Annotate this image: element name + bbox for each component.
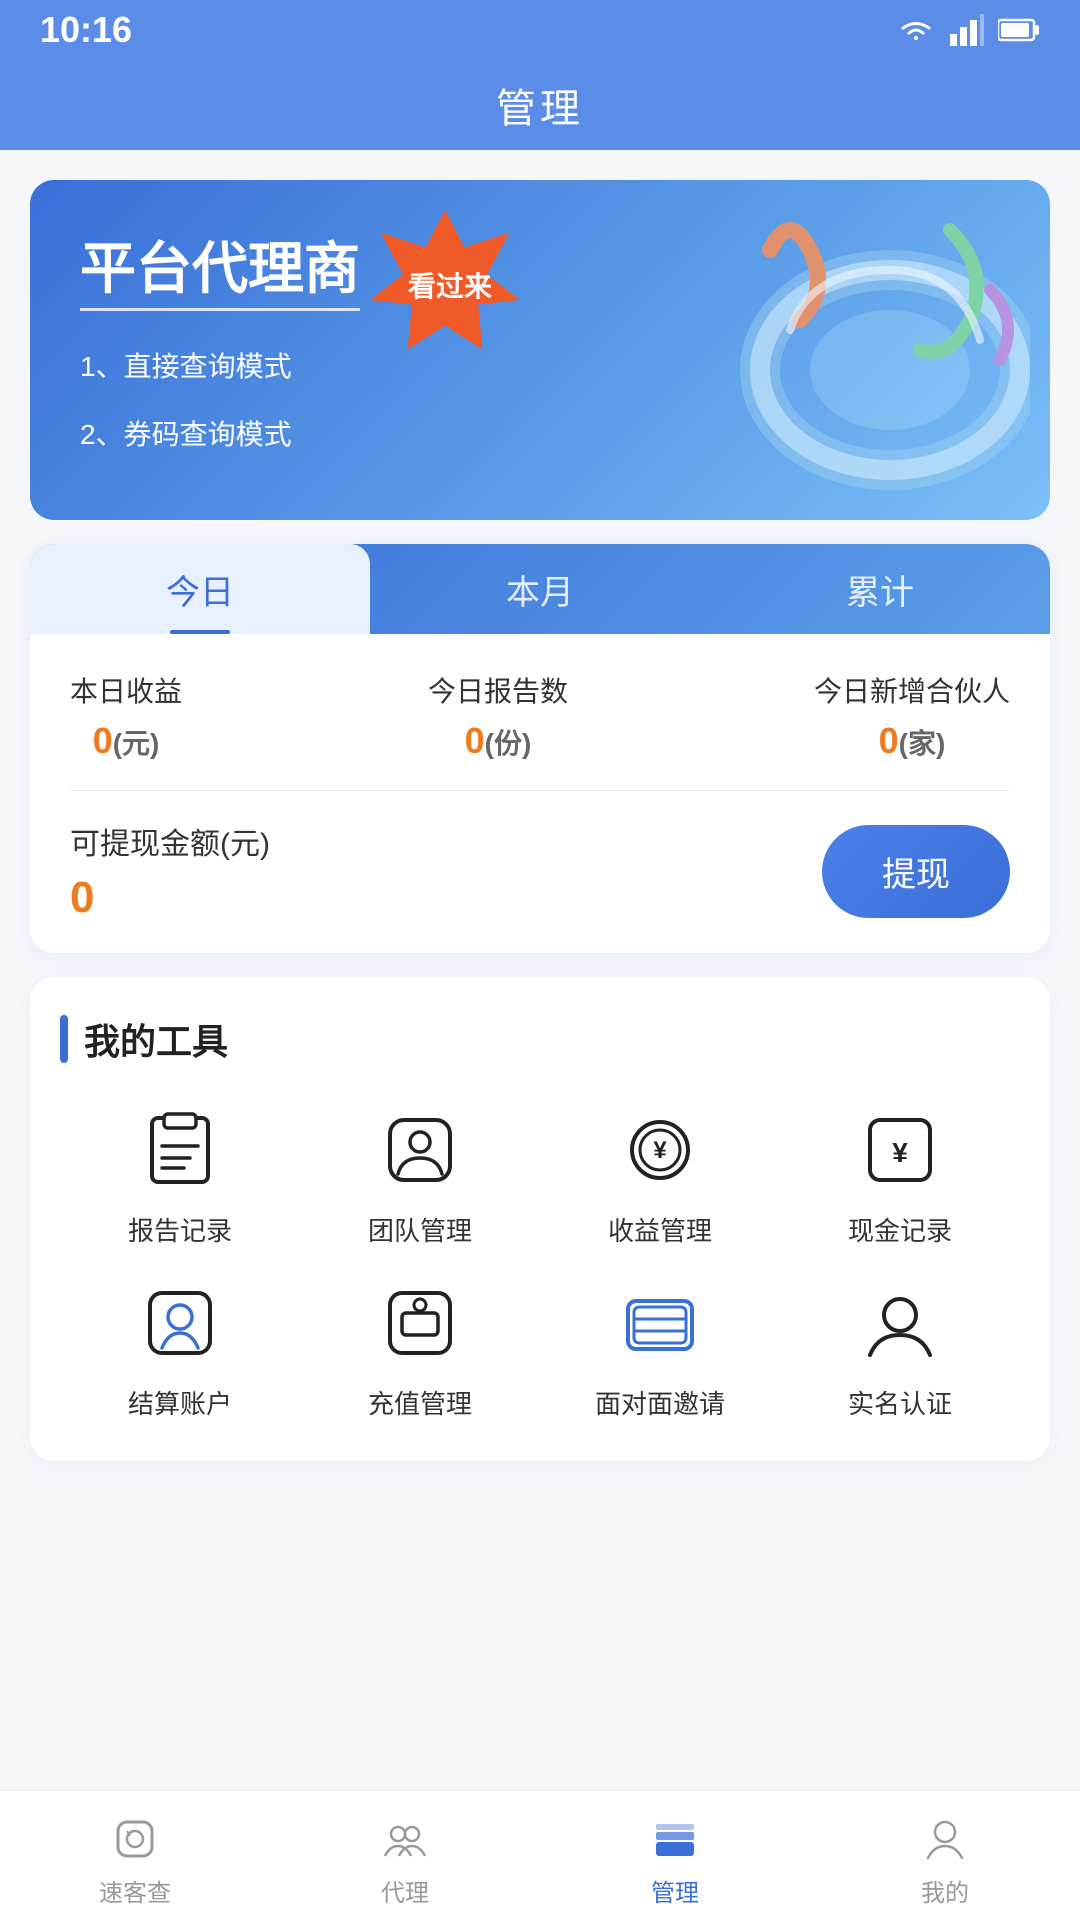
stat-today-partners: 今日新增合伙人 0(家): [814, 670, 1010, 762]
tool-face-invite[interactable]: 面对面邀请: [540, 1278, 780, 1421]
nav-label-manage: 管理: [651, 1873, 699, 1908]
tools-section: 我的工具 报告记录: [30, 977, 1050, 1461]
nav-icon-mine: [919, 1813, 971, 1865]
tool-label-real-name: 实名认证: [848, 1384, 952, 1421]
tools-section-title: 我的工具: [84, 1013, 228, 1065]
stat-today-reports-label: 今日报告数: [428, 670, 568, 710]
tools-header: 我的工具: [60, 1013, 1020, 1065]
nav-icon-manage: [649, 1813, 701, 1865]
stat-today-partners-unit: (家): [899, 728, 946, 759]
tool-icon-face-invite: [615, 1278, 705, 1368]
tool-label-report: 报告记录: [128, 1211, 232, 1248]
withdraw-button[interactable]: 提现: [822, 825, 1010, 918]
stat-today-income: 本日收益 0(元): [70, 670, 182, 762]
nav-icon-agent: [379, 1813, 431, 1865]
tool-team-manage[interactable]: 团队管理: [300, 1105, 540, 1248]
tab-month[interactable]: 本月: [370, 544, 710, 634]
tool-label-cash: 现金记录: [848, 1211, 952, 1248]
tool-real-name[interactable]: 实名认证: [780, 1278, 1020, 1421]
stat-today-reports: 今日报告数 0(份): [428, 670, 568, 762]
app-header: 管理: [0, 60, 1080, 150]
tool-label-settlement: 结算账户: [128, 1384, 232, 1421]
stat-today-partners-value: 0: [879, 720, 899, 761]
withdraw-row: 可提现金额(元) 0 提现: [70, 791, 1010, 923]
status-time: 10:16: [40, 9, 132, 51]
tool-icon-cash: ¥: [855, 1105, 945, 1195]
nav-label-mine: 我的: [921, 1873, 969, 1908]
stat-today-income-unit: (元): [113, 728, 160, 759]
tool-label-team: 团队管理: [368, 1211, 472, 1248]
withdraw-label: 可提现金额(元): [70, 819, 270, 863]
banner-desc2: 2、券码查询模式: [80, 409, 1000, 461]
status-bar: 10:16: [0, 0, 1080, 60]
tool-recharge-manage[interactable]: 充值管理: [300, 1278, 540, 1421]
tool-icon-report: [135, 1105, 225, 1195]
stat-today-reports-unit: (份): [485, 728, 532, 759]
stat-today-reports-value: 0: [465, 720, 485, 761]
nav-speed-check[interactable]: 速客查: [0, 1803, 270, 1908]
tab-today[interactable]: 今日: [30, 544, 370, 634]
signal-icon: [950, 14, 984, 46]
stats-row: 本日收益 0(元) 今日报告数 0(份) 今日新增合伙人 0(家): [70, 670, 1010, 791]
nav-icon-speed-check: [109, 1813, 161, 1865]
tool-label-recharge: 充值管理: [368, 1384, 472, 1421]
withdraw-amount: 0: [70, 873, 270, 923]
withdraw-info: 可提现金额(元) 0: [70, 819, 270, 923]
tool-icon-income: ¥: [615, 1105, 705, 1195]
section-accent: [60, 1015, 68, 1063]
tab-total[interactable]: 累计: [710, 544, 1050, 634]
tool-cash-records[interactable]: ¥ 现金记录: [780, 1105, 1020, 1248]
tool-settlement-account[interactable]: 结算账户: [60, 1278, 300, 1421]
stat-today-income-value: 0: [93, 720, 113, 761]
tools-grid: 报告记录 团队管理 ¥ 收益管理: [60, 1105, 1020, 1421]
stats-section: 今日 本月 累计 本日收益 0(元) 今日报告数 0(份) 今日新: [30, 544, 1050, 953]
nav-mine[interactable]: 我的: [810, 1803, 1080, 1908]
tool-label-income: 收益管理: [608, 1211, 712, 1248]
banner[interactable]: 平台代理商 1、直接查询模式 2、券码查询模式 看过来: [30, 180, 1050, 520]
stat-today-income-label: 本日收益: [70, 670, 182, 710]
nav-label-speed-check: 速客查: [99, 1873, 171, 1908]
header-title: 管理: [496, 76, 584, 134]
nav-label-agent: 代理: [381, 1873, 429, 1908]
bottom-nav: 速客查 代理 管理: [0, 1790, 1080, 1920]
tool-icon-team: [375, 1105, 465, 1195]
tool-icon-recharge: [375, 1278, 465, 1368]
banner-title: 平台代理商: [80, 224, 360, 305]
tool-report-records[interactable]: 报告记录: [60, 1105, 300, 1248]
status-icons: [896, 14, 1040, 46]
banner-desc1: 1、直接查询模式: [80, 341, 1000, 393]
wifi-icon: [896, 14, 936, 46]
banner-badge-label: 看过来: [408, 265, 492, 305]
battery-icon: [998, 16, 1040, 44]
banner-content: 平台代理商 1、直接查询模式 2、券码查询模式: [30, 180, 1050, 520]
nav-agent[interactable]: 代理: [270, 1803, 540, 1908]
tool-icon-settlement: [135, 1278, 225, 1368]
svg-text:¥: ¥: [653, 1137, 667, 1164]
tool-income-manage[interactable]: ¥ 收益管理: [540, 1105, 780, 1248]
stats-tabs[interactable]: 今日 本月 累计: [30, 544, 1050, 634]
stat-today-partners-label: 今日新增合伙人: [814, 670, 1010, 710]
tool-icon-real-name: [855, 1278, 945, 1368]
banner-badge-star: 看过来: [370, 210, 530, 360]
svg-text:¥: ¥: [892, 1137, 908, 1168]
stats-content: 本日收益 0(元) 今日报告数 0(份) 今日新增合伙人 0(家) 可提现金额: [30, 634, 1050, 953]
tool-label-face-invite: 面对面邀请: [595, 1384, 725, 1421]
nav-manage[interactable]: 管理: [540, 1803, 810, 1908]
